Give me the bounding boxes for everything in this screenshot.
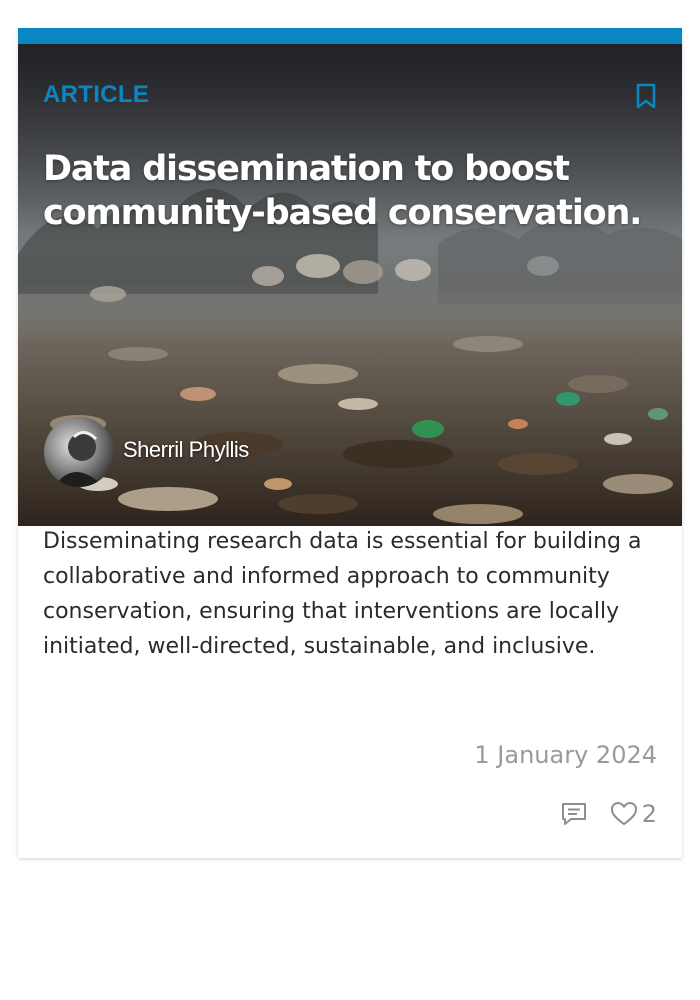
likes-count: 2 [641,800,657,828]
like-button[interactable]: 2 [610,800,657,828]
article-title[interactable]: Data dissemination to boost community-ba… [43,147,673,235]
card-actions: 2 [560,798,657,830]
bookmark-button[interactable] [634,82,658,110]
publish-date: 1 January 2024 [474,741,657,769]
article-card[interactable]: ARTICLE Data dissemination to boost comm… [18,28,682,858]
author-avatar[interactable] [44,417,114,487]
comment-button[interactable] [560,800,588,828]
bookmark-icon [636,83,656,109]
card-top-accent-bar [18,28,682,44]
hero-image[interactable]: ARTICLE Data dissemination to boost comm… [18,44,682,526]
landfill-photo [18,44,682,526]
heart-icon [610,802,637,825]
author-photo [44,417,114,487]
content-type-label: ARTICLE [43,81,150,108]
comment-icon [561,803,586,825]
author-name[interactable]: Sherril Phyllis [123,437,249,463]
article-description: Disseminating research data is essential… [43,529,642,659]
